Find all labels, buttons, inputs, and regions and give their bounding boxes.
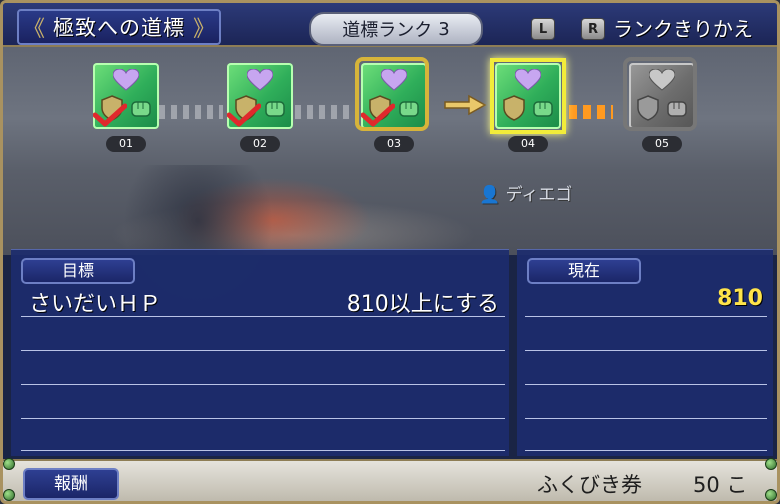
corner-gem-icon — [765, 458, 777, 470]
row-divider — [525, 450, 767, 451]
milestone-number: 01 — [106, 136, 146, 152]
rank-indicator: 道標ランク 3 — [309, 12, 483, 46]
goal-condition: 810以上にする — [346, 292, 499, 317]
milestone-02[interactable]: 02 — [227, 63, 293, 152]
milestone-04[interactable]: 04 — [490, 58, 566, 152]
window-title-box: 《 極致への道標 》 — [17, 9, 221, 45]
checkmark-icon — [227, 103, 261, 127]
milestone-window: 《 極致への道標 》 道標ランク 3 L R ランクきりかえ 01 02 03 … — [0, 0, 780, 504]
goal-stat-name: さいだいＨＰ — [29, 292, 162, 317]
row-divider — [525, 418, 767, 419]
fist-icon — [399, 101, 419, 117]
milestone-03[interactable]: 03 — [355, 57, 429, 152]
arrow-right-icon — [444, 94, 487, 116]
goal-panel-label: 目標 — [21, 258, 135, 284]
current-panel: 現在 810 — [517, 249, 773, 456]
connector-04-05 — [569, 105, 613, 119]
reward-item-name: ふくびき券 — [537, 473, 642, 497]
row-divider — [21, 450, 505, 451]
heart-icon — [381, 69, 407, 91]
milestone-number: 05 — [642, 136, 682, 152]
milestone-number: 04 — [508, 136, 548, 152]
reward-label: 報酬 — [23, 468, 119, 500]
current-panel-label: 現在 — [527, 258, 641, 284]
rank-label: 道標ランク — [342, 20, 433, 41]
shield-icon — [637, 95, 659, 121]
npc-name-tag: 👤 ディエゴ — [479, 180, 572, 205]
rank-switch-label[interactable]: ランクきりかえ — [613, 13, 753, 42]
corner-gem-icon — [765, 489, 777, 501]
row-divider — [21, 418, 505, 419]
shield-icon — [503, 95, 525, 121]
connector-01-02 — [159, 105, 223, 119]
milestone-05[interactable]: 05 — [623, 57, 697, 152]
row-divider — [525, 350, 767, 351]
person-icon: 👤 — [479, 185, 501, 205]
corner-gem-icon — [3, 489, 15, 501]
l-button-key[interactable]: L — [531, 18, 555, 40]
milestone-01[interactable]: 01 — [93, 63, 159, 152]
rank-number: 3 — [438, 18, 450, 40]
fist-icon — [131, 101, 151, 117]
goal-panel: 目標 さいだいＨＰ 810以上にする — [11, 249, 509, 456]
row-divider — [21, 316, 505, 317]
row-divider — [21, 384, 505, 385]
title-left-bracket: 《 — [22, 17, 45, 42]
header-bar: 《 極致への道標 》 道標ランク 3 L R ランクきりかえ — [3, 3, 777, 47]
npc-name: ディエゴ — [505, 185, 573, 205]
row-divider — [525, 316, 767, 317]
current-value: 810 — [717, 286, 763, 311]
reward-bar: 報酬 ふくびき券 50 こ — [3, 459, 777, 501]
fist-icon — [265, 101, 285, 117]
milestone-track: 01 02 03 04 05 — [3, 53, 777, 153]
checkmark-icon — [361, 103, 395, 127]
heart-icon — [247, 69, 273, 91]
row-divider — [21, 350, 505, 351]
heart-icon — [649, 69, 675, 91]
heart-icon — [113, 69, 139, 91]
milestone-number: 02 — [240, 136, 280, 152]
window-title: 極致への道標 — [53, 16, 185, 40]
checkmark-icon — [93, 103, 127, 127]
heart-icon — [515, 69, 541, 91]
fist-icon — [667, 101, 687, 117]
corner-gem-icon — [3, 458, 15, 470]
reward-quantity: 50 こ — [693, 473, 748, 497]
row-divider — [525, 384, 767, 385]
connector-02-03 — [295, 105, 353, 119]
r-button-key[interactable]: R — [581, 18, 605, 40]
milestone-number: 03 — [374, 136, 414, 152]
title-right-bracket: 》 — [193, 17, 216, 42]
fist-icon — [533, 101, 553, 117]
